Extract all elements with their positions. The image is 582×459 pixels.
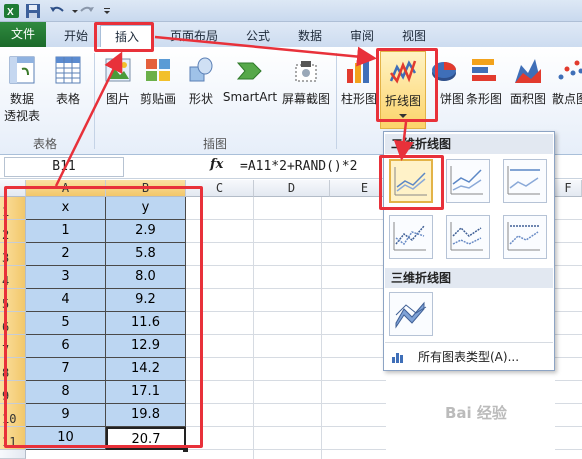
annotation-arrows [54,35,414,187]
watermark: Bai 经验 [445,404,507,422]
excel-window: X 文件 开始 插入 页面布局 公式 数据 审阅 视图 数据 透视表 表格 图片… [0,0,582,459]
